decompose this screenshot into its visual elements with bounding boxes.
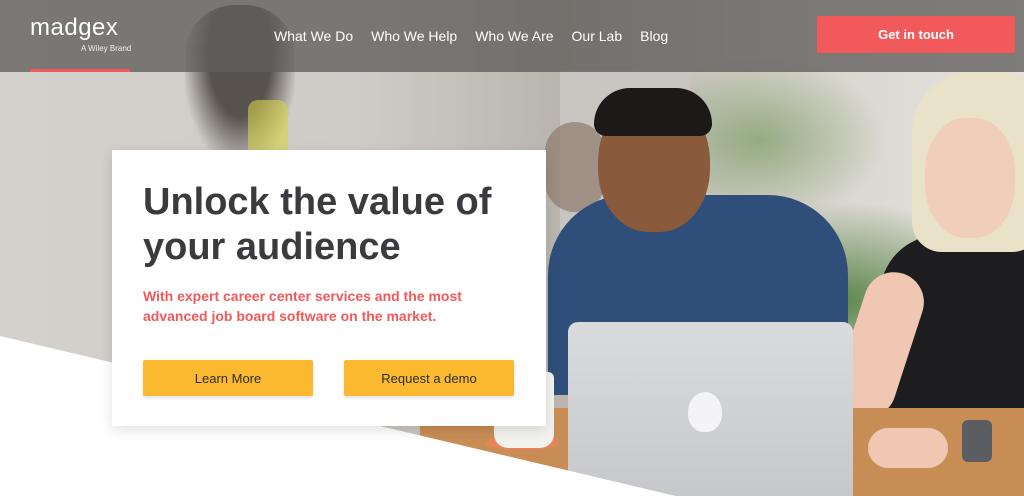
request-demo-button[interactable]: Request a demo (344, 360, 514, 396)
madgex-logo[interactable]: madgex A Wiley Brand (30, 14, 131, 53)
logo-subtext: A Wiley Brand (81, 44, 132, 53)
get-in-touch-button[interactable]: Get in touch (817, 16, 1015, 53)
main-nav: What We Do Who We Help Who We Are Our La… (274, 28, 668, 44)
nav-link-blog[interactable]: Blog (640, 28, 668, 44)
background-man (545, 122, 605, 212)
hero-subheadline: With expert career center services and t… (143, 288, 462, 324)
nav-link-who-we-help[interactable]: Who We Help (371, 28, 457, 44)
woman-hand (868, 428, 948, 468)
woman-face (925, 118, 1015, 238)
hero-card: Unlock the value of your audience With e… (112, 150, 546, 426)
learn-more-button[interactable]: Learn More (143, 360, 313, 396)
nav-link-our-lab[interactable]: Our Lab (572, 28, 623, 44)
logo-text: madgex (30, 14, 119, 41)
hero-headline: Unlock the value of your audience (143, 181, 492, 268)
nav-link-what-we-do[interactable]: What We Do (274, 28, 353, 44)
apple-logo-icon (688, 392, 722, 432)
site-header: madgex A Wiley Brand What We Do Who We H… (0, 0, 1024, 72)
smartwatch (962, 420, 992, 462)
man-hair (594, 88, 712, 136)
logo-active-underline (30, 69, 130, 72)
nav-link-who-we-are[interactable]: Who We Are (475, 28, 553, 44)
